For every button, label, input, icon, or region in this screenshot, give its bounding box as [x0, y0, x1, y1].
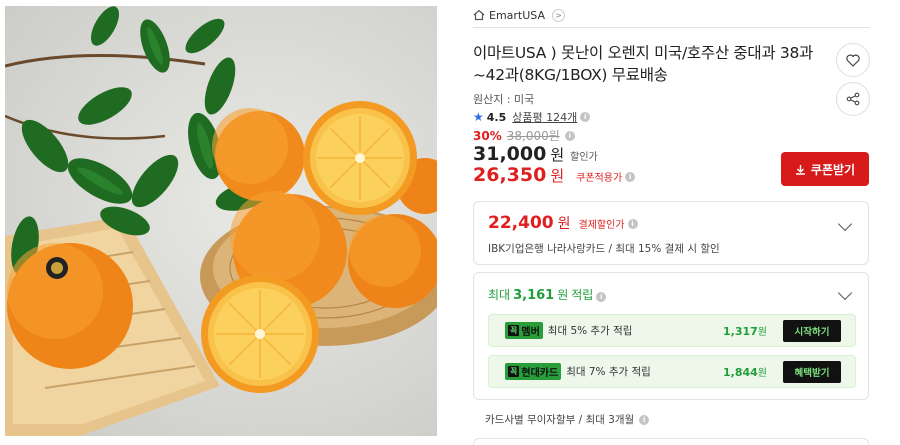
rating-score: 4.5 — [486, 110, 507, 124]
benefit-amount: 1,844원 — [723, 364, 767, 379]
benefit-brand-badge: 꼭 현대카드 — [505, 363, 562, 380]
points-headline[interactable]: 최대 3,161 원 적립 i — [488, 286, 607, 303]
download-icon — [795, 164, 805, 175]
coupon-price-tag: 쿠폰적용가 i — [576, 169, 636, 184]
benefit-amount: 1,317원 — [723, 323, 767, 338]
card-discount-box[interactable]: 22,400 원 결제할인가 i IBK기업은행 나라사랑카드 / 최대 15%… — [473, 201, 869, 265]
points-prefix: 최대 — [488, 288, 511, 302]
coupon-price-row: 26,350 원 쿠폰적용가 i — [473, 164, 636, 186]
star-icon: ★ — [473, 110, 484, 124]
discount-row: 30% 38,000원 i — [473, 127, 575, 144]
info-icon[interactable]: i — [627, 218, 638, 229]
next-section-edge — [473, 438, 869, 445]
divider — [473, 27, 870, 28]
product-title: 이마트USA ) 못난이 오렌지 미국/호주산 중대과 38과~42과(8KG/… — [473, 44, 814, 84]
heart-icon — [846, 54, 860, 67]
brand-name: 멤버 — [521, 327, 540, 338]
card-discount-price: 22,400 — [488, 213, 554, 233]
card-discount-tag: 결제할인가 i — [579, 216, 638, 231]
store-link[interactable]: EmartUSA > — [473, 6, 566, 24]
benefit-row: 꼭 현대카드 최대 7% 추가 적립 1,844원 혜택받기 — [488, 355, 856, 388]
sale-price-tag: 할인가 — [570, 152, 598, 163]
card-discount-headline: 22,400 원 결제할인가 i — [488, 213, 638, 233]
home-icon — [473, 9, 485, 21]
info-icon[interactable]: i — [580, 112, 591, 122]
reviews-link[interactable]: 상품평 124개 — [512, 109, 577, 125]
chevron-down-icon[interactable] — [837, 285, 853, 301]
chevron-down-icon[interactable] — [837, 216, 853, 232]
brand-mark: 꼭 — [508, 325, 520, 336]
get-benefit-button[interactable]: 혜택받기 — [783, 360, 841, 383]
info-icon[interactable]: i — [639, 414, 650, 425]
benefit-text: 최대 7% 추가 적립 — [566, 366, 651, 378]
info-icon[interactable]: i — [625, 171, 636, 182]
coupon-price-tag-label: 쿠폰적용가 — [576, 173, 623, 184]
original-price: 38,000원 — [506, 129, 560, 143]
benefit-brand-badge: 꼭 멤버 — [505, 322, 543, 339]
sale-price-row: 31,000 원 할인가 — [473, 143, 598, 165]
store-name: EmartUSA — [489, 8, 546, 22]
card-discount-unit: 원 — [557, 216, 571, 232]
points-box: 최대 3,161 원 적립 i 꼭 멤버 최대 5% 추가 적립 1,317원 … — [473, 272, 869, 400]
benefit-row: 꼭 멤버 최대 5% 추가 적립 1,317원 시작하기 — [488, 314, 856, 347]
coupon-download-button[interactable]: 쿠폰받기 — [781, 152, 869, 186]
coupon-button-label: 쿠폰받기 — [810, 162, 856, 177]
chevron-right-icon: > — [552, 8, 566, 22]
benefit-amount-value: 1,317 — [723, 325, 758, 338]
rating: ★ 4.5 상품평 124개 i — [473, 109, 591, 125]
info-icon[interactable]: i — [596, 292, 607, 302]
benefit-amount-unit: 원 — [757, 327, 767, 338]
benefit-amount-unit: 원 — [757, 368, 767, 379]
coupon-price: 26,350 — [473, 164, 547, 186]
share-icon — [846, 92, 860, 106]
sale-price: 31,000 — [473, 143, 547, 165]
brand-name: 현대카드 — [521, 368, 559, 379]
points-suffix: 적립 — [571, 288, 594, 302]
share-button[interactable] — [836, 82, 870, 116]
product-info-panel: EmartUSA > 이마트USA ) 못난이 오렌지 미국/호주산 중대과 3… — [473, 0, 870, 445]
benefit-amount-value: 1,844 — [723, 366, 758, 379]
coupon-price-unit: 원 — [550, 167, 565, 185]
card-discount-desc: IBK기업은행 나라사랑카드 / 최대 15% 결제 시 할인 — [488, 243, 720, 255]
info-icon[interactable]: i — [564, 130, 575, 141]
brand-mark: 꼭 — [508, 366, 520, 377]
installment-text: 카드사별 무이자할부 / 최대 3개월 — [485, 414, 635, 426]
wishlist-button[interactable] — [836, 43, 870, 77]
installment-info: 카드사별 무이자할부 / 최대 3개월 i — [485, 412, 650, 427]
points-unit: 원 — [557, 288, 569, 302]
origin-label: 원산지 : 미국 — [473, 93, 535, 106]
discount-percent: 30% — [473, 128, 502, 143]
card-discount-tag-label: 결제할인가 — [578, 220, 625, 231]
product-image — [5, 6, 437, 436]
price-unit: 원 — [550, 146, 565, 164]
start-button[interactable]: 시작하기 — [783, 319, 841, 342]
points-amount: 3,161 — [513, 288, 555, 303]
benefit-text: 최대 5% 추가 적립 — [547, 325, 633, 337]
orange-photo-illustration — [5, 6, 437, 436]
